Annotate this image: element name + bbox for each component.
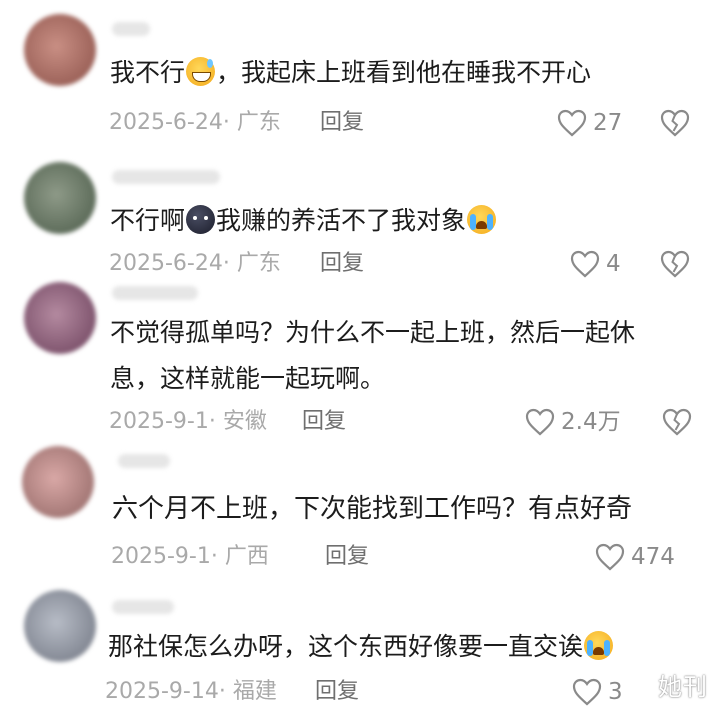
comment-text: 六个月不上班，下次能找到工作吗？有点好奇 — [112, 494, 633, 524]
like-count: 474 — [631, 544, 675, 570]
avatar[interactable] — [22, 446, 94, 518]
comment-list: 我不行 ，我起床上班看到他在睡我不开心 2025-6-24· 广东 回复 27 不… — [0, 0, 720, 720]
like-count: 4 — [606, 251, 621, 277]
comment-item: 我不行 ，我起床上班看到他在睡我不开心 2025-6-24· 广东 回复 27 — [0, 0, 720, 150]
broken-heart-icon[interactable] — [662, 408, 692, 436]
comment-text: 不行啊 我赚的养活不了我对象 — [110, 200, 497, 242]
heart-outline-icon — [595, 543, 625, 571]
username-blurred[interactable] — [118, 454, 170, 468]
like-button[interactable]: 2.4万 — [525, 407, 621, 437]
comment-item: 不行啊 我赚的养活不了我对象 2025-6-24· 广东 回复 4 — [0, 150, 720, 290]
comment-item: 不觉得孤单吗？为什么不一起上班，然后一起休 息，这样就能一起玩啊。 2025-9… — [0, 280, 720, 440]
reply-button[interactable]: 回复 — [315, 677, 359, 707]
comment-item: 那社保怎么办呀，这个东西好像要一直交诶 2025-9-14· 福建 回复 3 — [0, 580, 720, 720]
like-count: 3 — [608, 679, 623, 705]
crying-face-emoji — [467, 205, 497, 234]
reply-button[interactable]: 回复 — [320, 249, 364, 279]
comment-date-location: 2025-9-1· 广西 — [111, 544, 269, 569]
avatar[interactable] — [24, 14, 96, 86]
heart-outline-icon — [557, 109, 587, 137]
comment-text: 我不行 ，我起床上班看到他在睡我不开心 — [110, 57, 592, 87]
reply-button[interactable]: 回复 — [320, 108, 364, 138]
like-count: 27 — [593, 110, 623, 136]
comment-text-line: 不觉得孤单吗？为什么不一起上班，然后一起休 — [110, 318, 636, 347]
comment-item: 六个月不上班，下次能找到工作吗？有点好奇 2025-9-1· 广西 回复 474 — [0, 440, 720, 580]
heart-outline-icon — [525, 408, 555, 436]
broken-heart-icon[interactable] — [660, 250, 690, 278]
like-button[interactable]: 4 — [570, 249, 621, 279]
username-blurred[interactable] — [112, 170, 220, 184]
comment-date-location: 2025-9-14· 福建 — [105, 679, 277, 704]
heart-outline-icon — [570, 250, 600, 278]
comment-text-line: 息，这样就能一起玩啊。 — [110, 364, 386, 393]
avatar[interactable] — [24, 282, 96, 354]
like-button[interactable]: 27 — [557, 108, 622, 138]
watermark-logo: 她刊 — [658, 673, 708, 701]
crying-face-emoji — [584, 631, 614, 660]
username-blurred[interactable] — [112, 22, 150, 36]
broken-heart-icon[interactable] — [660, 109, 690, 137]
like-button[interactable]: 474 — [595, 542, 675, 572]
reply-button[interactable]: 回复 — [302, 407, 346, 437]
like-button[interactable]: 3 — [572, 677, 623, 707]
like-count: 2.4万 — [561, 409, 621, 435]
comment-date-location: 2025-6-24· 广东 — [109, 110, 281, 135]
avatar[interactable] — [24, 162, 96, 234]
dark-face-emoji — [186, 205, 216, 234]
comment-date-location: 2025-9-1· 安徽 — [109, 409, 267, 434]
comment-date-location: 2025-6-24· 广东 — [109, 251, 281, 276]
heart-outline-icon — [572, 678, 602, 706]
username-blurred[interactable] — [112, 286, 198, 300]
grin-sweat-emoji — [186, 57, 216, 86]
avatar[interactable] — [24, 590, 96, 662]
reply-button[interactable]: 回复 — [325, 542, 369, 572]
comment-text: 那社保怎么办呀，这个东西好像要一直交诶 — [108, 626, 614, 668]
username-blurred[interactable] — [112, 600, 174, 614]
